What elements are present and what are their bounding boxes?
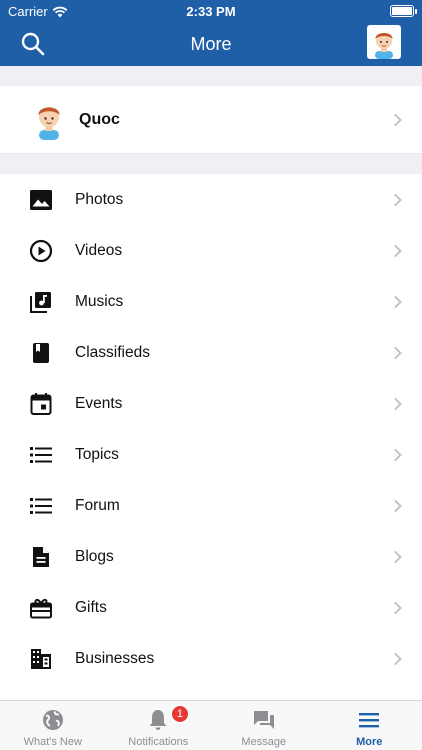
chevron-right-icon: [389, 113, 402, 126]
chevron-right-icon: [389, 244, 402, 257]
menu-item-label: Videos: [75, 241, 123, 259]
menu-item-businesses[interactable]: Businesses: [0, 633, 422, 684]
menu-item-label: Photos: [75, 190, 124, 208]
document-icon: [29, 545, 53, 569]
globe-icon: [42, 710, 63, 730]
menu-item-forum[interactable]: Forum: [0, 480, 422, 531]
profile-name: Quoc: [79, 110, 120, 128]
menu-item-videos[interactable]: Videos: [0, 225, 422, 276]
chevron-right-icon: [389, 550, 402, 563]
chevron-right-icon: [389, 601, 402, 614]
menu-item-label: Classifieds: [75, 343, 150, 361]
menu-item-label: Topics: [75, 445, 119, 463]
tab-label: Message: [241, 736, 287, 748]
avatar-icon: [375, 33, 393, 59]
building-icon: [29, 647, 53, 671]
tab-whats-new[interactable]: What's New: [0, 701, 106, 750]
app-header: Carrier 2:33 PM More: [0, 0, 422, 66]
menu-list: Photos Videos Musics Classifieds Events …: [0, 174, 422, 684]
calendar-icon: [29, 392, 53, 416]
profile-avatar: [38, 106, 60, 140]
menu-item-label: Musics: [75, 292, 124, 310]
tab-bar: What's New 1 Notifications Message More: [0, 700, 422, 750]
content: Quoc Photos Videos Musics Classifieds Ev…: [0, 66, 422, 684]
music-library-icon: [29, 290, 53, 314]
tab-label: Notifications: [128, 736, 189, 748]
battery-icon: [390, 5, 417, 17]
menu-item-label: Forum: [75, 496, 120, 514]
menu-item-label: Blogs: [75, 547, 114, 565]
chat-icon: [253, 711, 274, 729]
menu-item-label: Gifts: [75, 598, 107, 616]
menu-item-blogs[interactable]: Blogs: [0, 531, 422, 582]
chevron-right-icon: [389, 346, 402, 359]
nav-bar: More: [0, 22, 422, 66]
chevron-right-icon: [389, 397, 402, 410]
list-icon: [29, 443, 53, 467]
list-icon: [29, 494, 53, 518]
chevron-right-icon: [389, 448, 402, 461]
section-gap: [0, 66, 422, 86]
chevron-right-icon: [389, 652, 402, 665]
menu-item-photos[interactable]: Photos: [0, 174, 422, 225]
menu-item-musics[interactable]: Musics: [0, 276, 422, 327]
menu-item-gifts[interactable]: Gifts: [0, 582, 422, 633]
status-bar: Carrier 2:33 PM: [0, 0, 422, 22]
menu-item-label: Events: [75, 394, 123, 412]
menu-item-events[interactable]: Events: [0, 378, 422, 429]
chevron-right-icon: [389, 193, 402, 206]
menu-item-classifieds[interactable]: Classifieds: [0, 327, 422, 378]
tab-notifications[interactable]: 1 Notifications: [106, 701, 212, 750]
tab-label: What's New: [23, 736, 82, 748]
page-title: More: [190, 34, 232, 54]
menu-item-topics[interactable]: Topics: [0, 429, 422, 480]
chevron-right-icon: [389, 295, 402, 308]
section-gap: [0, 154, 422, 174]
notification-badge: 1: [170, 705, 189, 723]
profile-row[interactable]: Quoc: [0, 86, 422, 154]
book-icon: [29, 341, 53, 365]
play-circle-icon: [29, 239, 53, 263]
gift-icon: [29, 596, 53, 620]
tab-more[interactable]: More: [317, 701, 422, 750]
header-avatar-button[interactable]: [367, 25, 401, 59]
photo-icon: [29, 188, 53, 212]
tab-label: More: [356, 736, 383, 748]
bell-icon: [149, 710, 167, 730]
menu-icon: [359, 713, 380, 728]
menu-item-label: Businesses: [75, 649, 155, 667]
chevron-right-icon: [389, 499, 402, 512]
tab-message[interactable]: Message: [211, 701, 317, 750]
status-time: 2:33 PM: [186, 4, 236, 19]
